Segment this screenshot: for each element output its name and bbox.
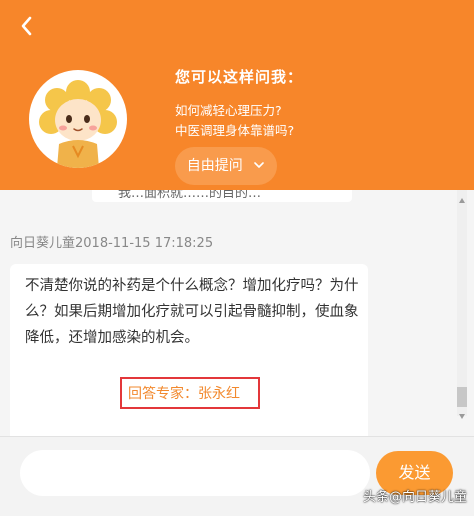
message-meta: 向日葵儿童2018-11-15 17:18:25 — [10, 232, 213, 251]
chat-scrollbar[interactable] — [457, 190, 467, 416]
scroll-down-arrow-icon[interactable] — [457, 407, 467, 419]
chevron-down-icon — [253, 147, 265, 185]
watermark: 头条@向日葵儿童 — [363, 486, 467, 505]
assistant-header: 您可以这样问我： 如何减轻心理压力? 中医调理身体靠谱吗? 自由提问 — [0, 0, 474, 190]
suggestion-title: 您可以这样问我： — [175, 68, 304, 86]
sender-name: 向日葵儿童 — [10, 236, 76, 251]
free-ask-label: 自由提问 — [186, 158, 243, 174]
watermark-text: 头条@向日葵儿童 — [363, 490, 468, 505]
chat-area: 我…面积就……的目的… 向日葵儿童2018-11-15 17:18:25 不清楚… — [0, 190, 474, 436]
message-input[interactable] — [20, 450, 370, 496]
chevron-left-icon — [21, 16, 32, 36]
scrollbar-thumb[interactable] — [457, 387, 467, 407]
sunflower-mascot-icon — [39, 80, 117, 168]
expert-label: 回答专家：张永红 — [128, 386, 240, 402]
assistant-avatar — [29, 70, 127, 168]
free-ask-button[interactable]: 自由提问 — [175, 147, 277, 185]
previous-message-partial: 我…面积就……的目的… — [118, 190, 262, 201]
suggested-question-1[interactable]: 如何减轻心理压力? — [175, 100, 282, 119]
back-button[interactable] — [14, 12, 42, 40]
message-text: 不清楚你说的补药是个什么概念？增加化疗吗？为什么？如果后期增加化疗就可以引起骨髓… — [25, 278, 359, 346]
message-timestamp: 2018-11-15 17:18:25 — [75, 236, 214, 251]
suggested-question-2[interactable]: 中医调理身体靠谱吗? — [175, 120, 294, 139]
scroll-up-arrow-icon[interactable] — [457, 192, 467, 204]
